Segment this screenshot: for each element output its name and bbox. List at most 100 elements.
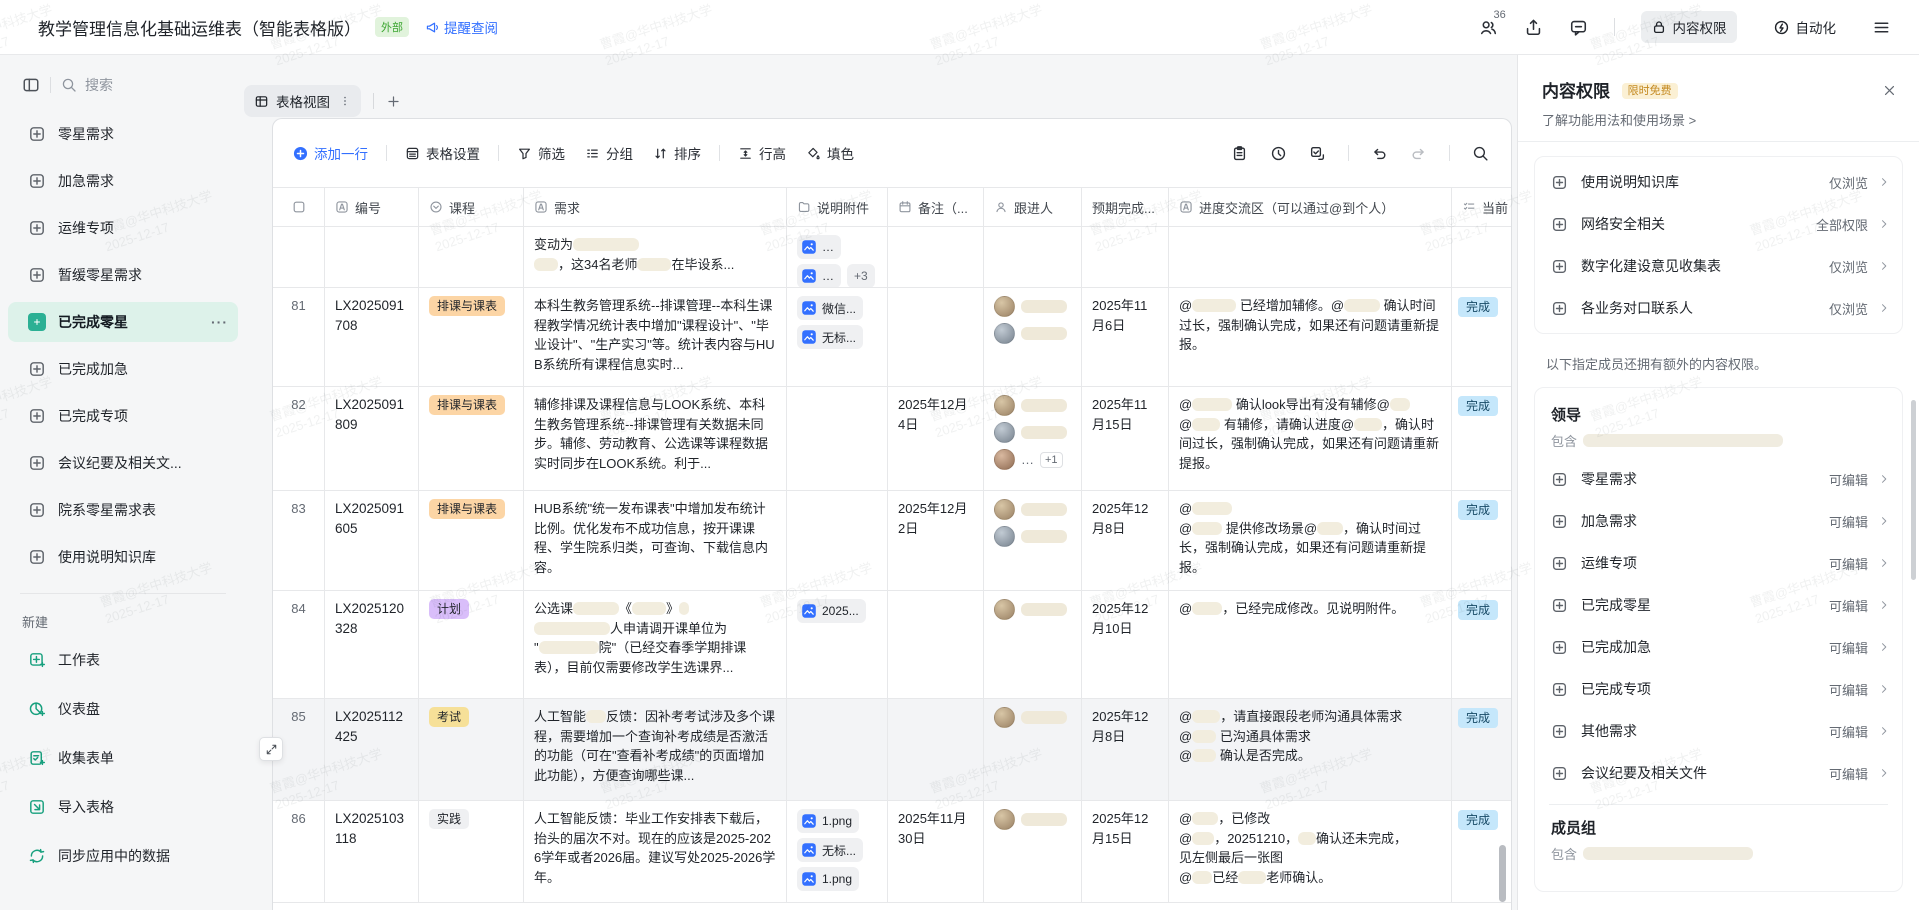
cell-due[interactable]: 2025年12月8日 [1082,491,1169,590]
cell-follower[interactable] [984,801,1082,902]
column-header-跟进人[interactable]: 跟进人 [984,188,1082,226]
filter-button[interactable]: 筛选 [507,137,575,169]
batch-edit-icon[interactable] [1309,145,1326,162]
sidebar-item-加急需求[interactable]: 加急需求 [8,161,238,201]
undo-icon[interactable] [1371,145,1388,162]
column-header-备注（...[interactable]: 备注（... [888,188,984,226]
collaborators-button[interactable]: 36 [1479,18,1498,37]
new-item-同步应用中的数据[interactable]: 同步应用中的数据 [8,836,238,876]
cell-follower[interactable]: …+1 [984,387,1082,490]
remind-review-link[interactable]: 提醒查阅 [425,17,498,37]
menu-button[interactable] [1872,18,1891,37]
attachment-more-chip[interactable]: +3 [847,264,875,287]
sidebar-item-已完成加急[interactable]: 已完成加急 [8,349,238,389]
cell-progress[interactable]: @，已经完成修改。见说明附件。 [1169,591,1452,698]
collapse-sidebar-button[interactable] [22,76,40,94]
cell-progress[interactable]: @@ 提供修改场景@，确认时间过长，强制确认完成，如果还有问题请重新提报。 [1169,491,1452,590]
column-header-预期完成...[interactable]: 预期完成... [1082,188,1169,226]
cell-progress[interactable]: @，已修改@，20251210，确认还未完成，见左侧最后一张图@已经老师确认。 [1169,801,1452,902]
sidebar-item-零星需求[interactable]: 零星需求 [8,114,238,154]
cell-progress[interactable]: @ 确认look导出有没有辅修@@ 有辅修，请确认进度@，确认时间过长，强制确认… [1169,387,1452,490]
tab-more-icon[interactable] [337,94,351,108]
sidebar-item-暂缓零星需求[interactable]: 暂缓零星需求 [8,255,238,295]
cell-attach[interactable]: 1.png无标...1.png [787,801,888,902]
row-number[interactable]: 83 [273,491,325,590]
cell-attach[interactable] [787,491,888,590]
permission-item-会议纪要及相关文件[interactable]: 会议纪要及相关文件可编辑 [1547,752,1890,794]
cell-course[interactable]: 计划 [419,591,524,698]
cell-course[interactable] [419,227,524,287]
tab-grid-view[interactable]: 表格视图 [244,85,361,117]
cell-due[interactable]: 2025年11月15日 [1082,387,1169,490]
attachment-chip[interactable]: 无标... [797,325,863,349]
cell-remark[interactable] [888,699,984,800]
cell-status[interactable]: 完成 [1452,591,1512,698]
attachment-chip[interactable]: … [797,235,841,259]
cell-follower[interactable] [984,699,1082,800]
permission-item-已完成加急[interactable]: 已完成加急可编辑 [1547,626,1890,668]
cell-demand[interactable]: 人工智能反馈：毕业工作安排表下载后，抬头的届次不对。现在的应该是2025-202… [524,801,787,902]
fill-color-button[interactable]: 填色 [796,137,864,169]
cell-progress[interactable]: @，请直接跟段老师沟通具体需求@ 已沟通具体需求@ 确认是否完成。 [1169,699,1452,800]
redo-icon[interactable] [1410,145,1427,162]
add-row-button[interactable]: 添加一行 [283,137,378,169]
cell-attach[interactable]: 2025... [787,591,888,698]
attachment-chip[interactable]: 微信... [797,296,863,320]
cell-id[interactable]: LX2025091605 [325,491,419,590]
cell-follower[interactable] [984,491,1082,590]
cell-status[interactable] [1452,227,1512,287]
cell-remark[interactable] [888,288,984,386]
row-number[interactable]: 84 [273,591,325,698]
sidebar-item-使用说明知识库[interactable]: 使用说明知识库 [8,537,238,577]
cell-attach[interactable]: 微信... 无标... [787,288,888,386]
sidebar-item-已完成零星[interactable]: 已完成零星··· [8,302,238,342]
cell-id[interactable]: LX2025103118 [325,801,419,902]
cell-status[interactable]: 完成 [1452,699,1512,800]
cell-progress[interactable]: @ 已经增加辅修。@ 确认时间过长，强制确认完成，如果还有问题请重新提报。 [1169,288,1452,386]
history-icon[interactable] [1270,145,1287,162]
sort-button[interactable]: 排序 [643,137,711,169]
content-permission-button[interactable]: 内容权限 [1641,11,1737,43]
new-item-工作表[interactable]: 工作表 [8,640,238,680]
cell-due[interactable]: 2025年12月15日 [1082,801,1169,902]
cell-follower[interactable] [984,227,1082,287]
cell-course[interactable]: 实践 [419,801,524,902]
cell-demand[interactable]: 公选课《》人申请调开课单位为"院"（已经交春季学期排课表），目前仅需要修改学生选… [524,591,787,698]
permission-item-数字化建设意见收集表[interactable]: 数字化建设意见收集表仅浏览 [1547,245,1890,287]
panel-scrollbar[interactable] [1911,400,1916,580]
cell-due[interactable]: 2025年12月10日 [1082,591,1169,698]
column-header-需求[interactable]: 需求 [524,188,787,226]
cell-status[interactable]: 完成 [1452,491,1512,590]
table-settings-button[interactable]: 表格设置 [395,137,490,169]
column-header-当前[interactable]: 当前 [1452,188,1512,226]
cell-demand[interactable]: HUB系统"统一发布课表"中增加发布统计比例。优化发布不成功信息，按开课课程、学… [524,491,787,590]
permission-item-网络安全相关[interactable]: 网络安全相关全部权限 [1547,203,1890,245]
group-button[interactable]: 分组 [575,137,643,169]
new-item-仪表盘[interactable]: 仪表盘 [8,689,238,729]
cell-id[interactable] [325,227,419,287]
new-item-收集表单[interactable]: 收集表单 [8,738,238,778]
cell-follower[interactable] [984,288,1082,386]
cell-follower[interactable] [984,591,1082,698]
share-button[interactable] [1524,18,1543,37]
cell-status[interactable]: 完成 [1452,288,1512,386]
cell-due[interactable]: 2025年12月8日 [1082,699,1169,800]
cell-remark[interactable]: 2025年11月30日 [888,801,984,902]
row-number[interactable] [273,227,325,287]
sidebar-item-运维专项[interactable]: 运维专项 [8,208,238,248]
cell-demand[interactable]: 变动为，这34名老师在毕设系... [524,227,787,287]
paste-icon[interactable] [1231,145,1248,162]
panel-subtitle-link[interactable]: 了解功能用法和使用场景 > [1542,110,1895,129]
cell-course[interactable]: 排课与课表 [419,288,524,386]
cell-attach[interactable]: ……+3 [787,227,888,287]
attachment-chip[interactable]: 无标... [797,838,863,862]
column-header-课程[interactable]: 课程 [419,188,524,226]
table-scrollbar[interactable] [1499,845,1506,902]
permission-item-已完成专项[interactable]: 已完成专项可编辑 [1547,668,1890,710]
new-item-导入表格[interactable]: 导入表格 [8,787,238,827]
attachment-chip[interactable]: 1.png [797,867,859,891]
table-search-icon[interactable] [1472,145,1489,162]
cell-course[interactable]: 排课与课表 [419,387,524,490]
sidebar-item-会议纪要及相关文...[interactable]: 会议纪要及相关文... [8,443,238,483]
permission-item-运维专项[interactable]: 运维专项可编辑 [1547,542,1890,584]
